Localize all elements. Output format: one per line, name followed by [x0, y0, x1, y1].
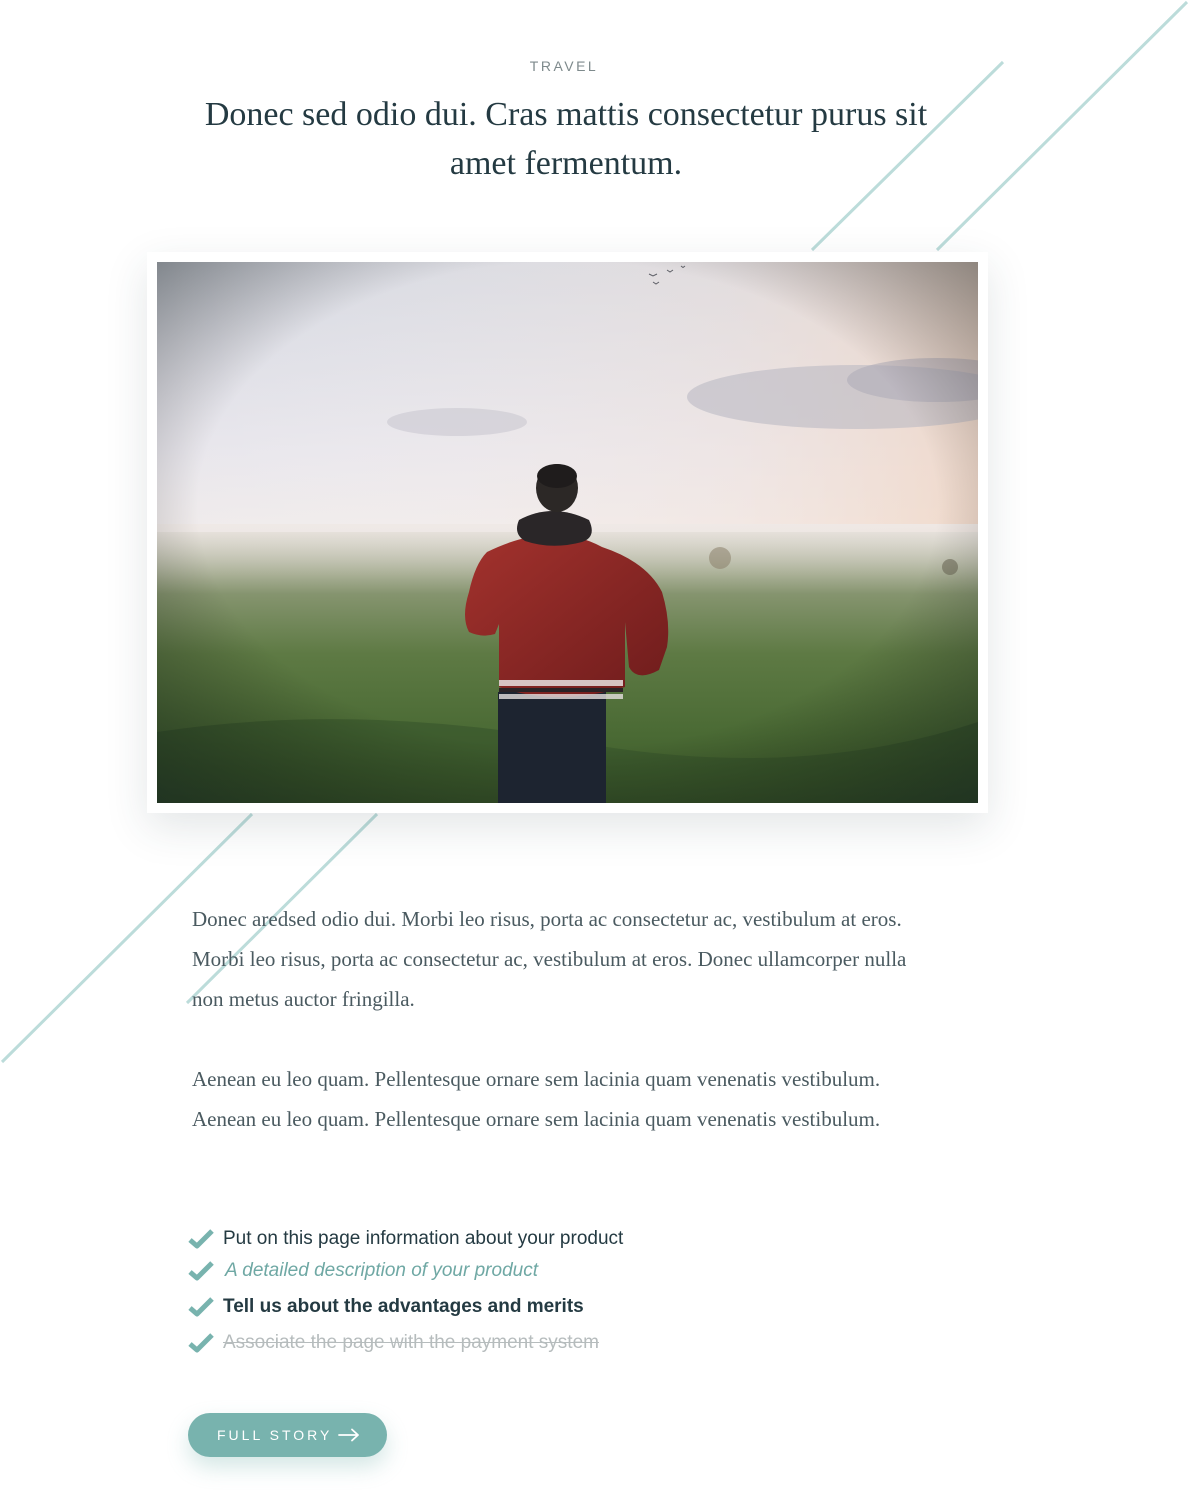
arrow-right-icon [338, 1428, 359, 1442]
checkmark-icon [188, 1229, 214, 1249]
article-category: TRAVEL [529, 58, 599, 74]
article-title: Donec sed odio dui. Cras mattis consecte… [204, 96, 928, 182]
checkmark-icon [188, 1297, 214, 1317]
checklist-item-text: Tell us about the advantages and merits [223, 1296, 584, 1317]
full-story-button-label: FULL STORY [217, 1427, 333, 1443]
diagonal-line-upper-outer [935, 0, 1189, 252]
article-paragraph-2: Aenean eu leo quam. Pellentesque ornare … [192, 1067, 881, 1131]
checklist-item-text: Associate the page with the payment syst… [223, 1332, 599, 1353]
checklist-item-text: Put on this page information about your … [223, 1228, 624, 1249]
hero-image [157, 262, 978, 803]
checkmark-icon [188, 1261, 214, 1281]
article-paragraph-1: Donec aredsed odio dui. Morbi leo risus,… [192, 907, 907, 1011]
hero-image-frame [147, 252, 988, 813]
checkmark-icon [188, 1333, 214, 1353]
checklist-item-text: A detailed description of your product [225, 1260, 538, 1281]
